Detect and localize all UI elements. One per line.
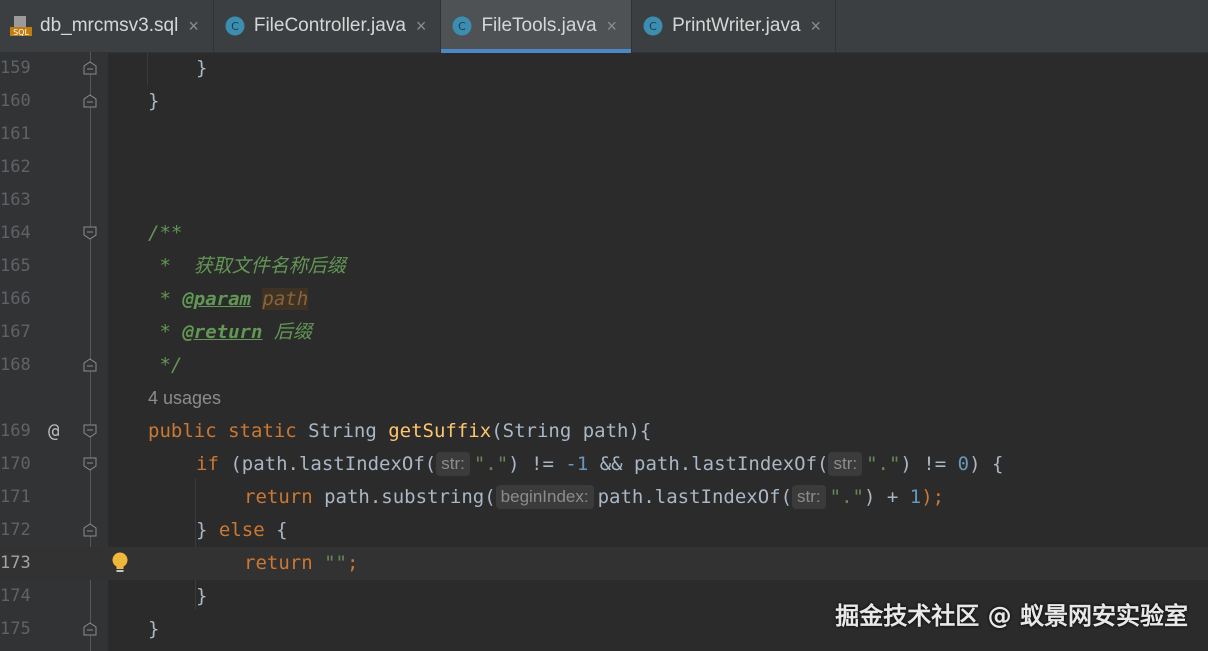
- close-icon[interactable]: ×: [416, 16, 427, 37]
- line-number: 159: [0, 58, 31, 78]
- tab-db-mrcmsv3-sql[interactable]: SQL db_mrcmsv3.sql ×: [0, 0, 214, 52]
- code-line[interactable]: 161: [0, 118, 1208, 151]
- line-number: 170: [0, 454, 31, 474]
- usages-hint[interactable]: 4 usages: [148, 382, 221, 415]
- close-icon[interactable]: ×: [607, 16, 618, 37]
- doc-comment: */: [148, 354, 183, 376]
- param-hint: str:: [436, 452, 470, 476]
- java-class-icon: C: [451, 15, 473, 37]
- close-icon[interactable]: ×: [811, 16, 822, 37]
- line-number: 172: [0, 520, 31, 540]
- doc-tag-return: @return: [182, 321, 263, 343]
- fold-end-icon[interactable]: [83, 358, 97, 372]
- code-line[interactable]: 171 return path.substring(beginIndex: pat…: [0, 481, 1208, 514]
- code-text: }: [148, 90, 160, 112]
- fold-end-icon[interactable]: [83, 622, 97, 636]
- line-number: 162: [0, 157, 31, 177]
- doc-param-name: path: [262, 288, 309, 310]
- code-text: if (path.lastIndexOf(str: ".") != -1 && p…: [196, 452, 1004, 476]
- code-line[interactable]: 168 */: [0, 349, 1208, 382]
- fold-toggle-icon[interactable]: [83, 523, 97, 537]
- code-text: public static String getSuffix(String pa…: [148, 420, 652, 442]
- code-line[interactable]: 162: [0, 151, 1208, 184]
- line-number: 160: [0, 91, 31, 111]
- lightbulb-icon[interactable]: [110, 551, 130, 575]
- code-editor[interactable]: 159 } 160 } 161 162 163 164 /** 165 * 获取…: [0, 52, 1208, 651]
- line-number: 175: [0, 619, 31, 639]
- code-line-current[interactable]: 173 return "";: [0, 547, 1208, 580]
- code-text: * @return 后缀: [148, 321, 312, 343]
- close-icon[interactable]: ×: [188, 16, 199, 37]
- line-number: 174: [0, 586, 31, 606]
- fold-end-icon[interactable]: [83, 61, 97, 75]
- line-number: 165: [0, 256, 31, 276]
- line-number: 173: [0, 553, 31, 573]
- code-line[interactable]: 169 @ public static String getSuffix(Str…: [0, 415, 1208, 448]
- fold-start-icon[interactable]: [83, 457, 97, 471]
- line-number: 167: [0, 322, 31, 342]
- watermark: 掘金技术社区 @ 蚁景网安实验室: [835, 602, 1188, 630]
- code-text: return path.substring(beginIndex: path.la…: [244, 485, 945, 509]
- line-number: 171: [0, 487, 31, 507]
- code-text: }: [196, 57, 208, 79]
- line-number: 164: [0, 223, 31, 243]
- tab-label: db_mrcmsv3.sql: [40, 15, 179, 36]
- annotation-at-icon[interactable]: @: [48, 415, 59, 448]
- method-name: getSuffix: [388, 420, 492, 442]
- line-number: 169: [0, 421, 31, 441]
- fold-start-icon[interactable]: [83, 226, 97, 240]
- code-line[interactable]: 167 * @return 后缀: [0, 316, 1208, 349]
- code-text: * @param path: [148, 288, 309, 310]
- code-line[interactable]: 166 * @param path: [0, 283, 1208, 316]
- doc-tag-param: @param: [182, 288, 251, 310]
- svg-text:C: C: [459, 20, 467, 33]
- java-class-icon: C: [642, 15, 664, 37]
- param-hint: str:: [792, 485, 826, 509]
- fold-end-icon[interactable]: [83, 94, 97, 108]
- code-line[interactable]: 164 /**: [0, 217, 1208, 250]
- code-line[interactable]: 165 * 获取文件名称后缀: [0, 250, 1208, 283]
- line-number: 163: [0, 190, 31, 210]
- java-class-icon: C: [224, 15, 246, 37]
- code-text: }: [148, 618, 160, 640]
- svg-text:C: C: [231, 20, 239, 33]
- line-number: 166: [0, 289, 31, 309]
- code-text: return "";: [244, 552, 359, 574]
- svg-text:C: C: [649, 20, 657, 33]
- fold-start-icon[interactable]: [83, 424, 97, 438]
- tab-filetools-java[interactable]: C FileTools.java ×: [441, 0, 633, 53]
- tab-label: PrintWriter.java: [672, 15, 801, 36]
- code-line[interactable]: 170 if (path.lastIndexOf(str: ".") != -1 …: [0, 448, 1208, 481]
- tab-printwriter-java[interactable]: C PrintWriter.java ×: [632, 0, 837, 52]
- code-text: } else {: [196, 519, 288, 541]
- code-line[interactable]: 172 } else {: [0, 514, 1208, 547]
- param-hint: str:: [828, 452, 863, 476]
- line-number: 168: [0, 355, 31, 375]
- param-hint: beginIndex:: [495, 485, 594, 509]
- code-line[interactable]: 160 }: [0, 85, 1208, 118]
- sql-badge: SQL: [13, 28, 29, 37]
- sql-file-icon: SQL: [10, 15, 32, 37]
- tab-label: FileController.java: [253, 15, 406, 36]
- line-number: 161: [0, 124, 31, 144]
- doc-comment: /**: [148, 222, 183, 244]
- code-line[interactable]: 163: [0, 184, 1208, 217]
- tab-filecontroller-java[interactable]: C FileController.java ×: [214, 0, 442, 52]
- editor-tab-bar: SQL db_mrcmsv3.sql × C FileController.ja…: [0, 0, 1208, 53]
- tab-label: FileTools.java: [481, 15, 597, 36]
- code-text: }: [196, 585, 208, 607]
- doc-comment: * 获取文件名称后缀: [148, 255, 346, 277]
- code-line[interactable]: 159 }: [0, 52, 1208, 85]
